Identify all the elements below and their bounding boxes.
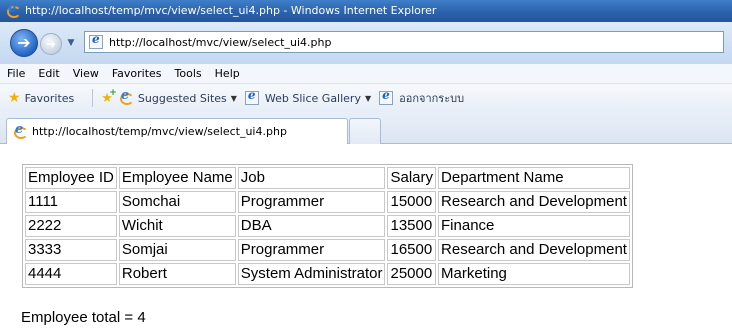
page-icon: e <box>89 32 103 49</box>
table-cell: Finance <box>438 215 630 237</box>
chevron-down-icon: ▼ <box>364 93 372 103</box>
table-cell: Somjai <box>118 239 236 261</box>
menu-edit[interactable]: Edit <box>38 67 59 80</box>
column-header: Employee Name <box>118 167 236 189</box>
menu-file[interactable]: File <box>7 67 25 80</box>
table-cell: Programmer <box>237 191 386 213</box>
forward-arrow-icon: ➜ <box>45 37 57 51</box>
new-tab-button[interactable] <box>349 118 381 144</box>
page-content: Employee ID Employee Name Job Salary Dep… <box>0 144 732 329</box>
column-header: Salary <box>387 167 437 189</box>
suggested-sites-link[interactable]: e Suggested Sites ▼ <box>119 88 237 105</box>
menu-bar: File Edit View Favorites Tools Help <box>0 64 732 84</box>
tab-label: http://localhost/temp/mvc/view/select_ui… <box>32 125 287 138</box>
star-icon: ★ <box>8 90 21 106</box>
back-button[interactable]: ➔ <box>10 29 38 57</box>
favorites-bar: ★ Favorites ★ + e Suggested Sites ▼ e Web… <box>0 84 732 112</box>
internet-explorer-icon: e <box>6 1 21 18</box>
table-cell: Research and Development <box>438 191 630 213</box>
forward-button[interactable]: ➜ <box>40 33 62 55</box>
recent-pages-dropdown[interactable]: ▼ <box>66 38 76 48</box>
table-cell: Research and Development <box>438 239 630 261</box>
favorites-label: Favorites <box>24 91 75 105</box>
table-row: 1111 Somchai Programmer 15000 Research a… <box>25 191 630 213</box>
table-cell: System Administrator <box>237 263 386 285</box>
table-cell: Wichit <box>118 215 236 237</box>
tab-current-page[interactable]: e http://localhost/temp/mvc/view/select_… <box>6 118 348 144</box>
column-header: Department Name <box>438 167 630 189</box>
employee-table: Employee ID Employee Name Job Salary Dep… <box>22 164 633 288</box>
logout-label: ออกจากระบบ <box>399 92 465 105</box>
add-to-favorites-icon[interactable]: ★ + <box>101 88 117 106</box>
table-cell: 3333 <box>25 239 117 261</box>
table-cell: Programmer <box>237 239 386 261</box>
table-header-row: Employee ID Employee Name Job Salary Dep… <box>25 167 630 189</box>
internet-explorer-icon: e <box>13 122 28 139</box>
page-icon: e <box>379 88 394 105</box>
suggested-sites-label: Suggested Sites <box>137 91 227 105</box>
employee-total: Employee total = 4 <box>21 309 146 326</box>
page-icon: e <box>244 88 259 105</box>
table-cell: 2222 <box>25 215 117 237</box>
web-slice-gallery-link[interactable]: e Web Slice Gallery ▼ <box>244 88 372 105</box>
address-bar: ➔ ➜ ▼ e http://localhost/mvc/view/select… <box>0 22 732 64</box>
table-cell: Somchai <box>118 191 236 213</box>
logout-link[interactable]: e ออกจากระบบ <box>379 88 465 107</box>
chevron-down-icon: ▼ <box>67 38 75 48</box>
table-row: 4444 Robert System Administrator 25000 M… <box>25 263 630 285</box>
web-slice-gallery-label: Web Slice Gallery <box>264 91 361 105</box>
table-cell: 16500 <box>387 239 437 261</box>
menu-help[interactable]: Help <box>215 67 240 80</box>
table-row: 2222 Wichit DBA 13500 Finance <box>25 215 630 237</box>
column-header: Employee ID <box>25 167 117 189</box>
table-cell: Robert <box>118 263 236 285</box>
table-cell: 13500 <box>387 215 437 237</box>
table-cell: 4444 <box>25 263 117 285</box>
window-title: http://localhost/temp/mvc/view/select_ui… <box>25 4 437 17</box>
menu-favorites[interactable]: Favorites <box>112 67 162 80</box>
table-cell: 25000 <box>387 263 437 285</box>
menu-view[interactable]: View <box>73 67 99 80</box>
internet-explorer-icon: e <box>119 88 134 105</box>
favorites-button[interactable]: ★ Favorites <box>8 90 74 106</box>
url-text: http://localhost/mvc/view/select_ui4.php <box>109 35 332 49</box>
favorites-separator <box>92 89 94 107</box>
tab-strip: e http://localhost/temp/mvc/view/select_… <box>0 112 732 144</box>
table-row: 3333 Somjai Programmer 16500 Research an… <box>25 239 630 261</box>
table-cell: 15000 <box>387 191 437 213</box>
window-titlebar: e http://localhost/temp/mvc/view/select_… <box>0 0 732 22</box>
table-cell: DBA <box>237 215 386 237</box>
table-cell: 1111 <box>25 191 117 213</box>
url-input[interactable]: e http://localhost/mvc/view/select_ui4.p… <box>84 31 724 53</box>
back-arrow-icon: ➔ <box>17 33 31 52</box>
menu-tools[interactable]: Tools <box>175 67 202 80</box>
chevron-down-icon: ▼ <box>230 93 237 103</box>
table-cell: Marketing <box>438 263 630 285</box>
column-header: Job <box>237 167 386 189</box>
